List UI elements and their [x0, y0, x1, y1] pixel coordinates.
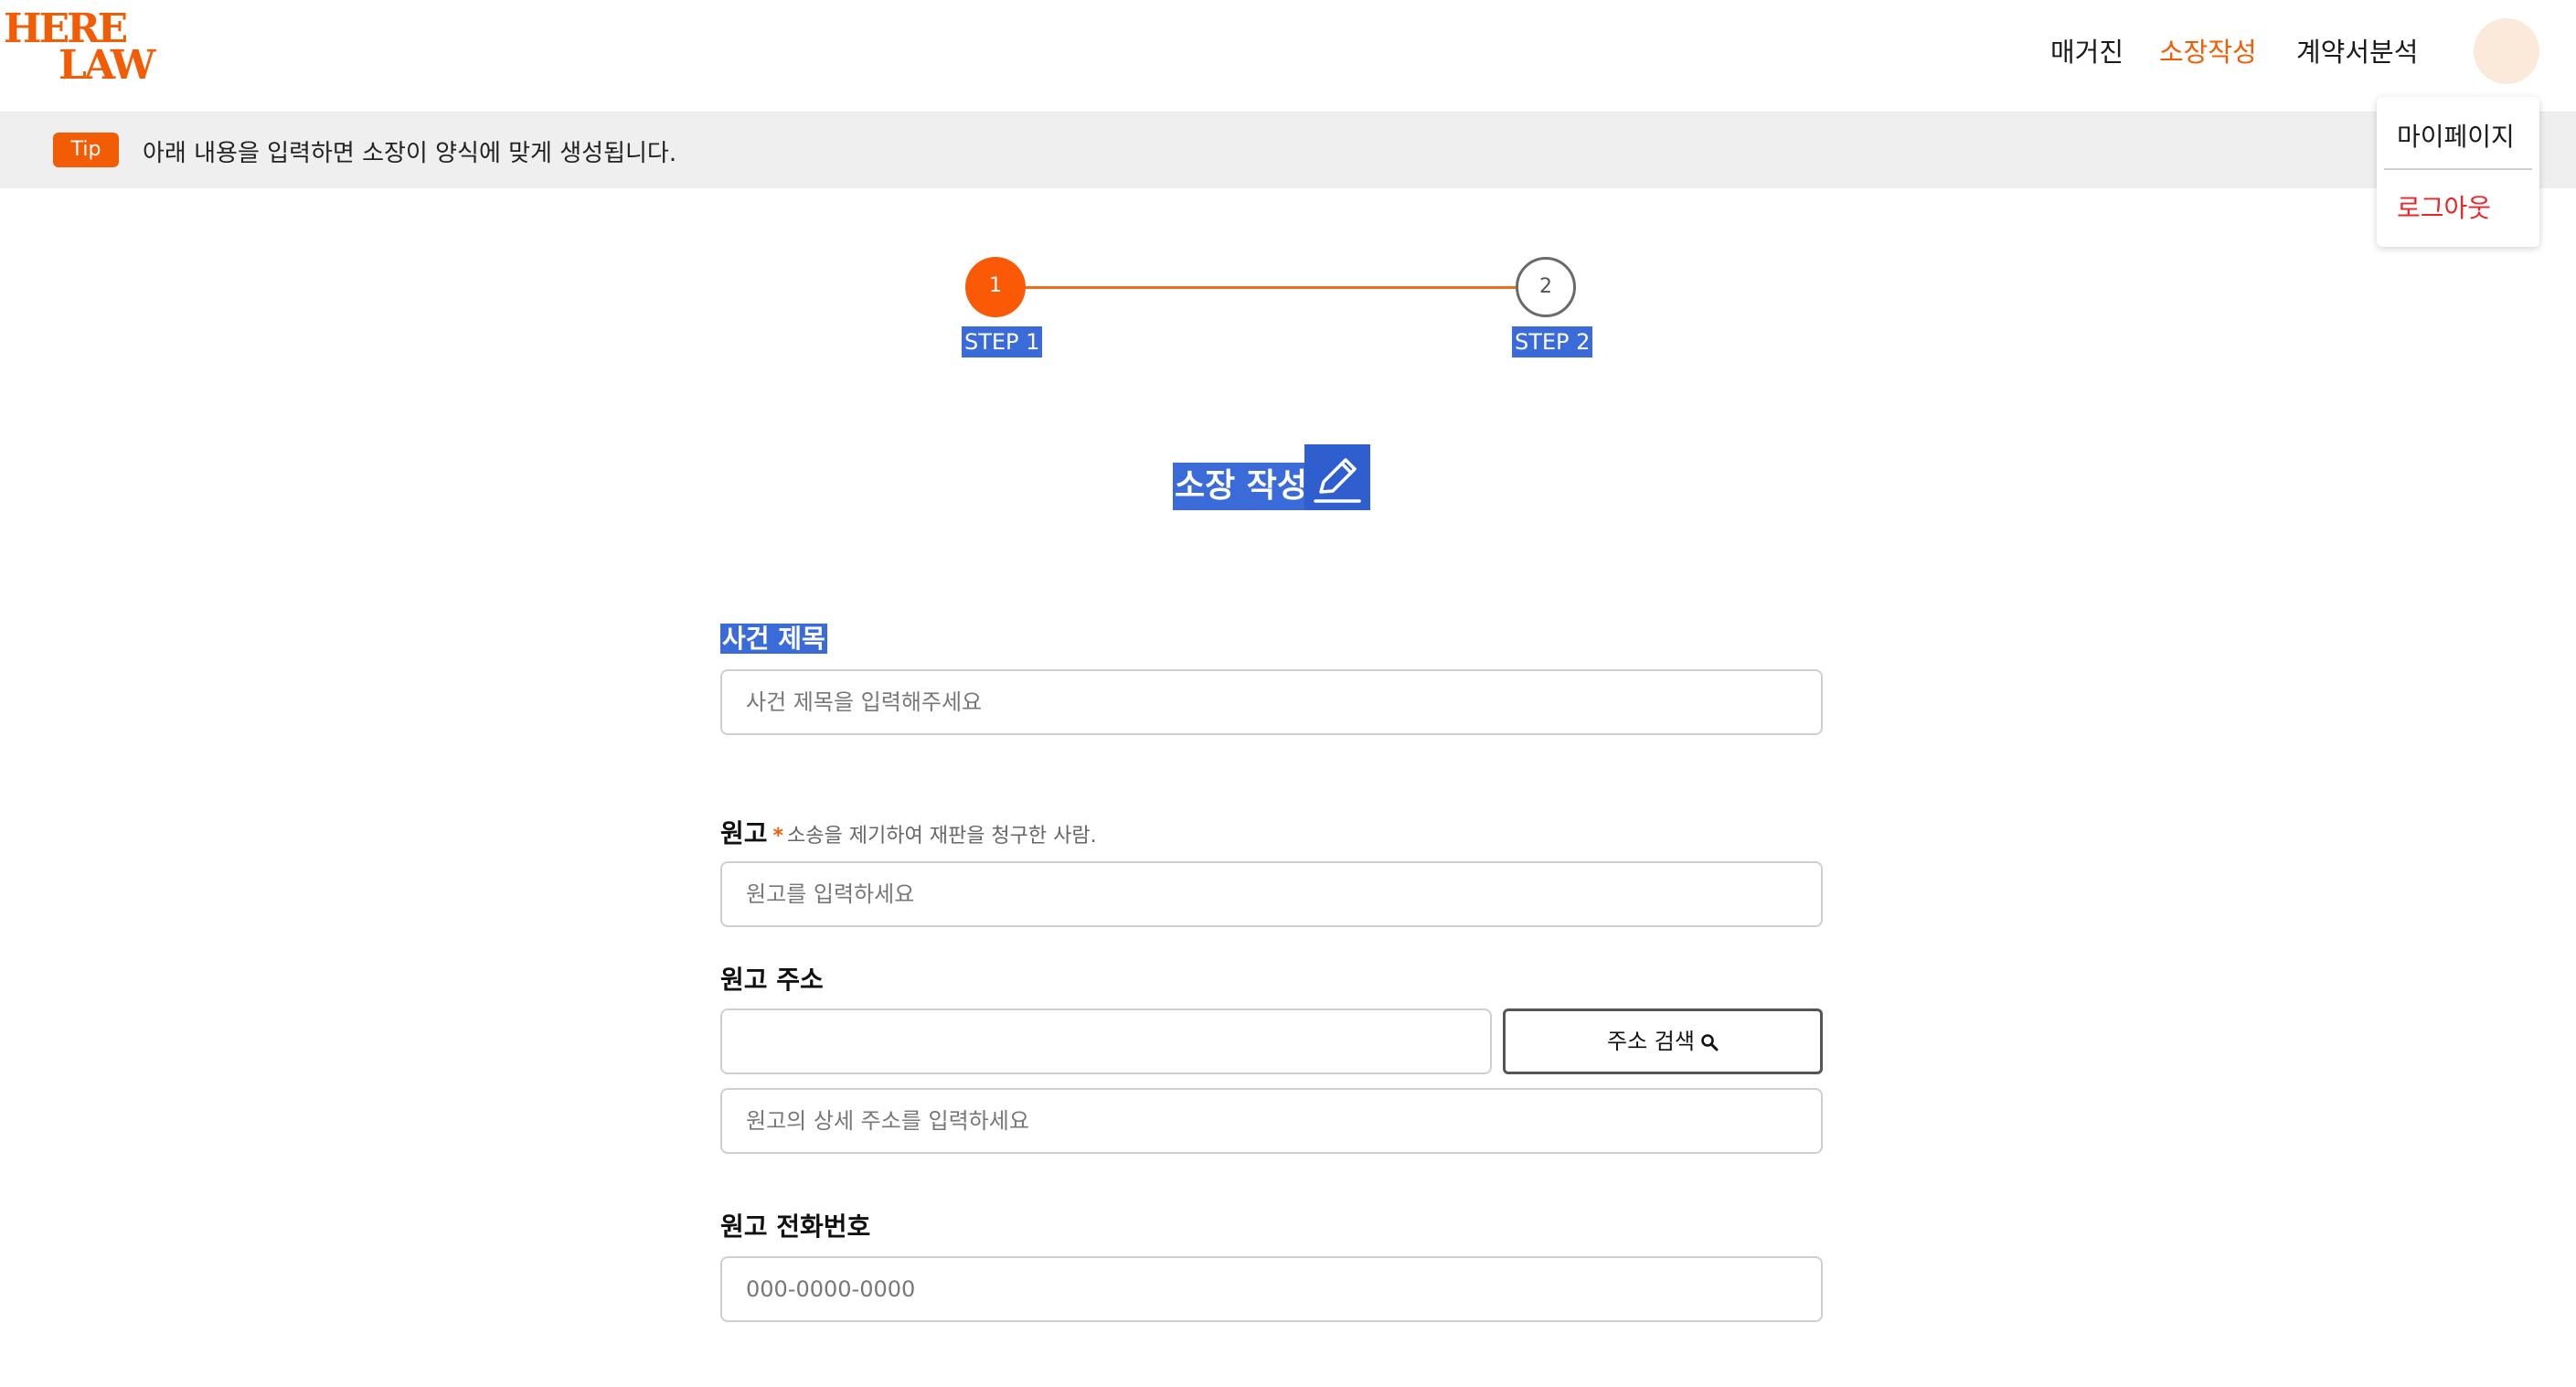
page-title: 소장 작성: [1173, 463, 1310, 510]
step-1-label: STEP 1: [962, 326, 1043, 357]
nav-magazine[interactable]: 매거진: [2050, 31, 2124, 69]
logo-line-2: LAW: [59, 42, 155, 89]
nav-complaint-writing[interactable]: 소장작성: [2159, 31, 2257, 69]
plaintiff-address-input[interactable]: [720, 1008, 1492, 1074]
tip-badge: Tip: [53, 133, 119, 167]
nav-contract-analysis[interactable]: 계약서분석: [2296, 31, 2418, 69]
plaintiff-label: 원고 * 소송을 제기하여 재판을 청구한 사람.: [720, 814, 1097, 850]
menu-item-logout[interactable]: 로그아웃: [2397, 188, 2491, 225]
step-2-label: STEP 2: [1512, 326, 1593, 357]
plaintiff-address-label: 원고 주소: [720, 965, 824, 995]
case-title-label: 사건 제목: [720, 619, 827, 656]
address-search-button[interactable]: 주소 검색: [1503, 1008, 1823, 1074]
stepper-connector: [1026, 286, 1516, 289]
address-search-label: 주소 검색: [1607, 1029, 1695, 1054]
case-title-input[interactable]: [720, 669, 1823, 735]
tip-bar: Tip 아래 내용을 입력하면 소장이 양식에 맞게 생성됩니다.: [0, 112, 2576, 188]
plaintiff-address-detail-input[interactable]: [720, 1088, 1823, 1154]
menu-divider: [2384, 168, 2532, 170]
plaintiff-hint: 소송을 제기하여 재판을 청구한 사람.: [787, 825, 1097, 848]
plaintiff-label-text: 원고: [720, 818, 768, 848]
herelaw-logo[interactable]: HERE LAW: [4, 9, 168, 88]
step-1-circle: 1: [965, 257, 1026, 317]
avatar[interactable]: [2474, 18, 2539, 84]
top-header: HERE LAW 매거진 소장작성 계약서분석: [0, 0, 2576, 112]
tip-text: 아래 내용을 입력하면 소장이 양식에 맞게 생성됩니다.: [143, 140, 677, 167]
pencil-icon: [1304, 444, 1370, 510]
user-dropdown-menu: 마이페이지 로그아웃: [2377, 97, 2539, 247]
plaintiff-phone-input[interactable]: [720, 1256, 1823, 1322]
case-title-label-text: 사건 제목: [720, 624, 827, 654]
plaintiff-input[interactable]: [720, 861, 1823, 927]
required-mark: *: [772, 825, 784, 848]
step-2-circle: 2: [1516, 257, 1576, 317]
menu-item-mypage[interactable]: 마이페이지: [2397, 117, 2515, 154]
plaintiff-phone-label: 원고 전화번호: [720, 1211, 871, 1242]
search-icon: [1701, 1034, 1719, 1051]
